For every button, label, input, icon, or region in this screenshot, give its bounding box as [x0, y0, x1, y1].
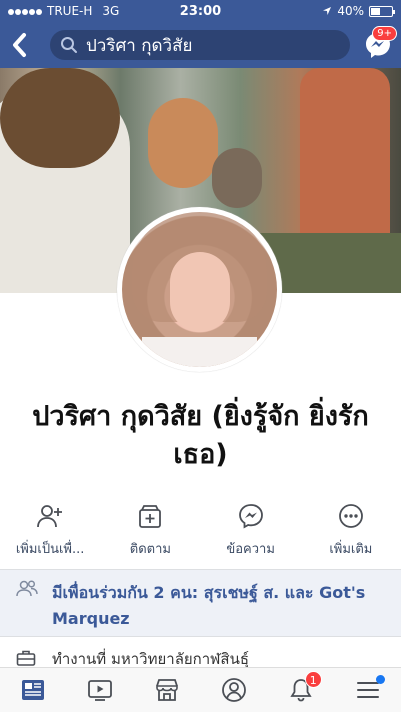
briefcase-icon: [16, 650, 36, 666]
follow-label: ติดตาม: [129, 542, 171, 557]
search-icon: [61, 37, 77, 53]
cover-figure: [212, 148, 262, 208]
cover-figure-head: [0, 68, 120, 168]
menu-dot-badge: [375, 675, 385, 684]
tab-menu[interactable]: [334, 668, 401, 712]
more-button[interactable]: เพิ่มเติม: [301, 502, 401, 562]
add-friend-button[interactable]: เพิ่มเป็นเพื่...: [0, 502, 100, 562]
news-feed-icon: [22, 680, 45, 700]
tab-marketplace[interactable]: [134, 668, 201, 712]
back-button[interactable]: [8, 30, 34, 60]
profile-name: ปวริศา กุดวิสัย (ยิ่งรู้จัก ยิ่งรักเธอ): [32, 401, 369, 470]
work-text: ทำงานที่ มหาวิทยาลัยกาฬสินธุ์: [52, 650, 249, 667]
tab-profile[interactable]: [200, 668, 267, 712]
search-input[interactable]: ปวริศา กุดวิสัย: [50, 30, 350, 60]
profile-icon: [221, 678, 246, 702]
add-friend-icon: [37, 505, 63, 528]
add-friend-label: เพิ่มเป็นเพื่...: [15, 542, 85, 557]
message-label: ข้อความ: [226, 542, 275, 557]
battery-info: 40%: [322, 4, 395, 18]
messenger-button[interactable]: 9+: [363, 26, 397, 60]
message-button[interactable]: ข้อความ: [201, 502, 301, 562]
more-icon: [338, 504, 363, 528]
cover-figure: [300, 68, 390, 258]
mutual-friends-text[interactable]: มีเพื่อนร่วมกัน 2 คน: สุรเชษฐ์ ส. และ Go…: [52, 580, 392, 632]
follow-icon: [139, 505, 162, 528]
friends-icon: [16, 580, 38, 597]
work-info-row[interactable]: ทำงานที่ มหาวิทยาลัยกาฬสินธุ์: [0, 645, 401, 667]
location-icon: [323, 7, 332, 15]
navigation-bar: ปวริศา กุดวิสัย 9+: [0, 22, 401, 68]
battery-icon: [369, 5, 395, 17]
notifications-badge: 1: [304, 671, 322, 688]
battery-percent: 40%: [337, 4, 364, 18]
messenger-badge: 9+: [372, 26, 397, 41]
profile-actions: เพิ่มเป็นเพื่... ติดตาม ข้อความ เพิ่มเติ…: [0, 502, 401, 562]
marketplace-icon: [156, 679, 178, 701]
follow-button[interactable]: ติดตาม: [100, 502, 200, 562]
status-bar: TRUE-H 3G 23:00 40%: [0, 0, 401, 22]
chevron-left-icon: [13, 33, 26, 57]
tab-notifications[interactable]: 1: [267, 668, 334, 712]
more-label: เพิ่มเติม: [329, 542, 373, 557]
tab-watch[interactable]: [67, 668, 134, 712]
cover-figure: [148, 98, 218, 188]
tab-news-feed[interactable]: [0, 668, 67, 712]
search-query: ปวริศา กุดวิสัย: [86, 35, 193, 56]
avatar: [122, 212, 277, 367]
video-icon: [88, 680, 113, 701]
profile-picture[interactable]: [117, 207, 282, 372]
mutual-friends-row[interactable]: มีเพื่อนร่วมกัน 2 คน: สุรเชษฐ์ ส. และ Go…: [0, 569, 401, 637]
messenger-icon: [238, 504, 263, 529]
bottom-tab-bar: 1: [0, 667, 401, 712]
